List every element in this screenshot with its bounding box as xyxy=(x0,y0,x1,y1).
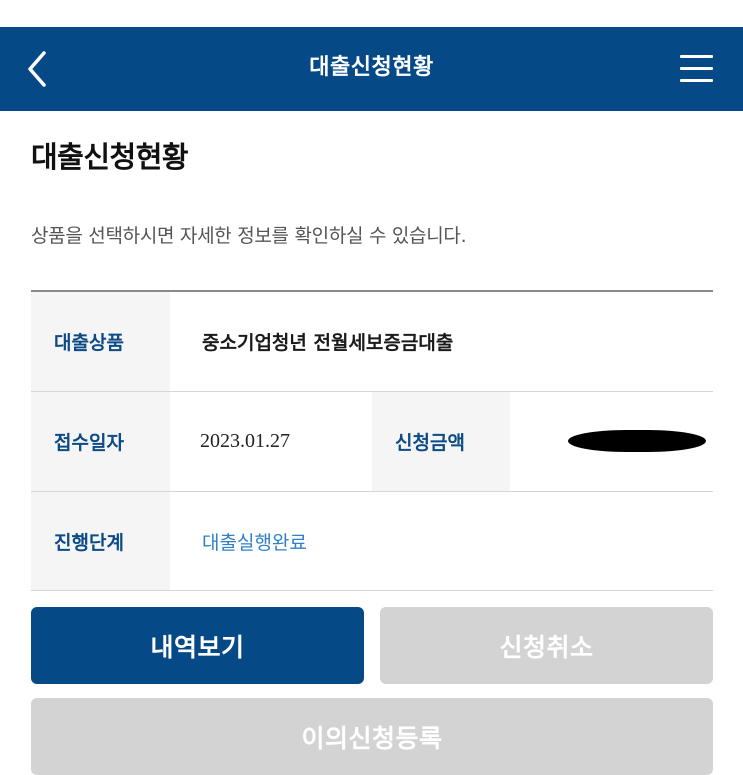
hamburger-menu-icon xyxy=(680,55,713,58)
view-history-button[interactable]: 내역보기 xyxy=(31,607,364,684)
header-title: 대출신청현황 xyxy=(309,55,434,80)
product-value: 중소기업청년 전월세보증금대출 xyxy=(202,332,454,354)
page-title: 대출신청현황 xyxy=(31,140,189,174)
row-stage: 진행단계 대출실행완료 xyxy=(31,492,713,591)
amount-label: 신청금액 xyxy=(372,392,510,491)
redaction-mark xyxy=(568,430,706,452)
top-app-bar: 대출신청현황 xyxy=(0,27,743,111)
page-description: 상품을 선택하시면 자세한 정보를 확인하실 수 있습니다. xyxy=(31,225,467,247)
stage-value: 대출실행완료 xyxy=(202,531,307,554)
cancel-application-button[interactable]: 신청취소 xyxy=(380,607,713,684)
row-product: 대출상품 중소기업청년 전월세보증금대출 xyxy=(31,292,713,392)
menu-button[interactable] xyxy=(679,51,715,87)
stage-label: 진행단계 xyxy=(31,492,170,590)
product-label: 대출상품 xyxy=(31,292,170,391)
received-date-label: 접수일자 xyxy=(31,392,170,491)
received-date-value: 2023.01.27 xyxy=(200,430,290,452)
objection-register-button[interactable]: 이의신청등록 xyxy=(31,698,713,775)
